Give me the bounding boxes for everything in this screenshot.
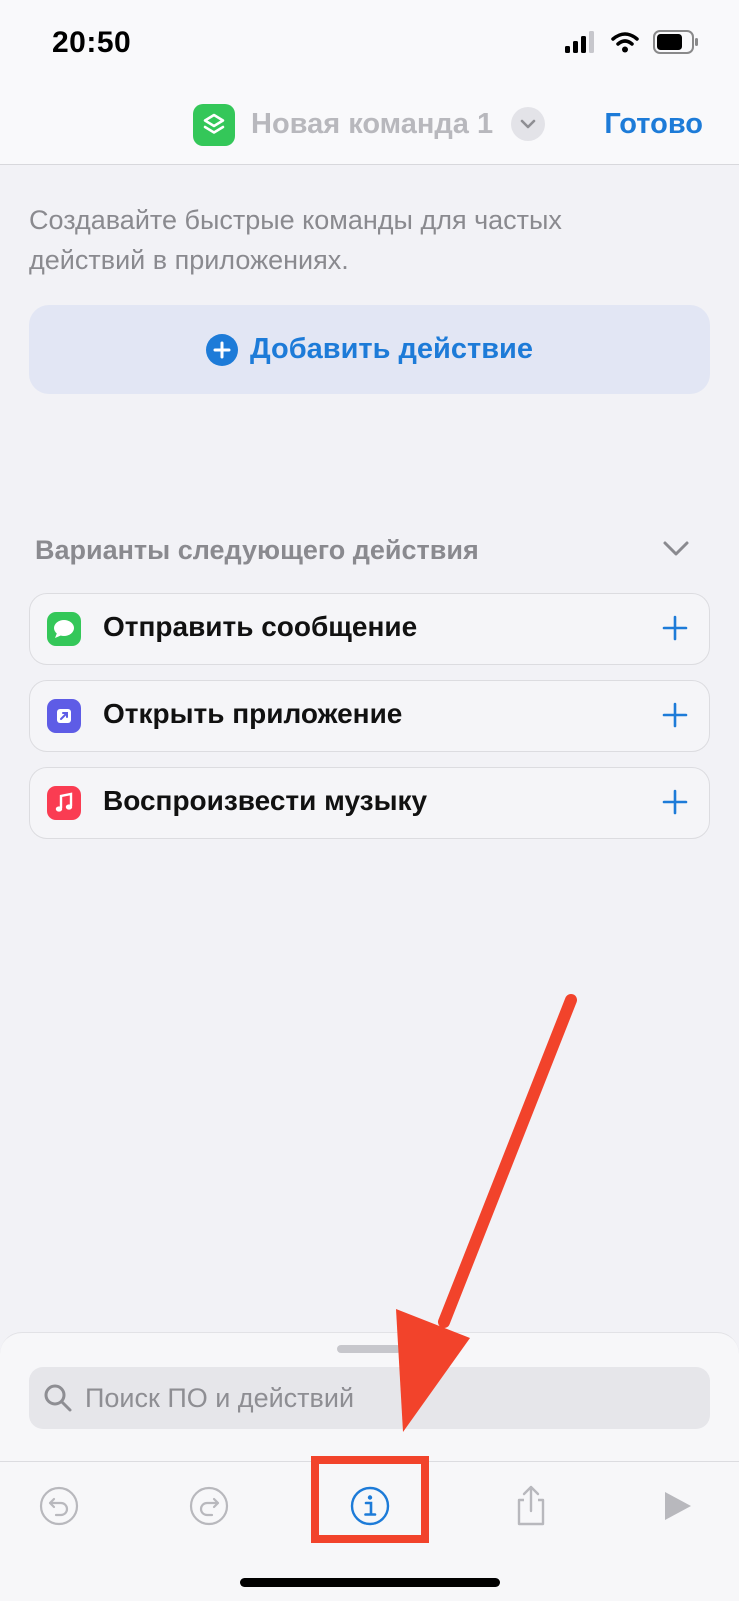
undo-icon[interactable] <box>34 1481 84 1531</box>
suggestion-play-music[interactable]: Воспроизвести музыку <box>29 767 710 839</box>
suggestion-open-app[interactable]: Открыть приложение <box>29 680 710 752</box>
suggestion-send-message[interactable]: Отправить сообщение <box>29 593 710 665</box>
intro-text: Создавайте быстрые команды для частых де… <box>29 205 562 275</box>
status-icons <box>565 30 699 54</box>
chevron-down-icon[interactable] <box>511 107 545 141</box>
share-icon[interactable] <box>506 1481 556 1531</box>
open-app-icon <box>47 699 81 733</box>
battery-icon <box>653 30 698 54</box>
search-input[interactable] <box>83 1381 647 1415</box>
chevron-down-icon[interactable] <box>662 540 690 563</box>
wifi-icon <box>611 32 639 53</box>
sheet-grabber[interactable] <box>337 1345 401 1353</box>
plus-icon[interactable] <box>655 608 695 648</box>
messages-icon <box>47 612 81 646</box>
suggestion-label: Воспроизвести музыку <box>103 785 428 816</box>
done-button[interactable]: Готово <box>604 108 703 141</box>
signal-icon <box>565 31 594 53</box>
suggestions-header: Варианты следующего действия <box>35 535 479 565</box>
suggestion-label: Открыть приложение <box>103 698 403 729</box>
suggestion-label: Отправить сообщение <box>103 611 418 642</box>
annotation-highlight-box <box>311 1456 429 1543</box>
play-icon[interactable] <box>652 1481 702 1531</box>
status-time: 20:50 <box>52 26 132 59</box>
plus-icon[interactable] <box>655 782 695 822</box>
plus-circle-icon <box>206 333 238 366</box>
redo-icon[interactable] <box>184 1481 234 1531</box>
shortcut-title[interactable]: Новая команда 1 <box>251 108 493 141</box>
add-action-label: Добавить действие <box>250 333 533 365</box>
plus-icon[interactable] <box>655 695 695 735</box>
search-bar[interactable] <box>29 1367 710 1429</box>
status-bar: 20:50 <box>0 0 739 90</box>
shortcuts-layers-icon[interactable] <box>193 104 235 146</box>
search-icon <box>44 1384 72 1412</box>
nav-bar: Новая команда 1 Готово <box>0 90 739 165</box>
add-action-button[interactable]: Добавить действие <box>29 305 710 394</box>
music-icon <box>47 786 81 820</box>
home-indicator <box>240 1578 500 1587</box>
